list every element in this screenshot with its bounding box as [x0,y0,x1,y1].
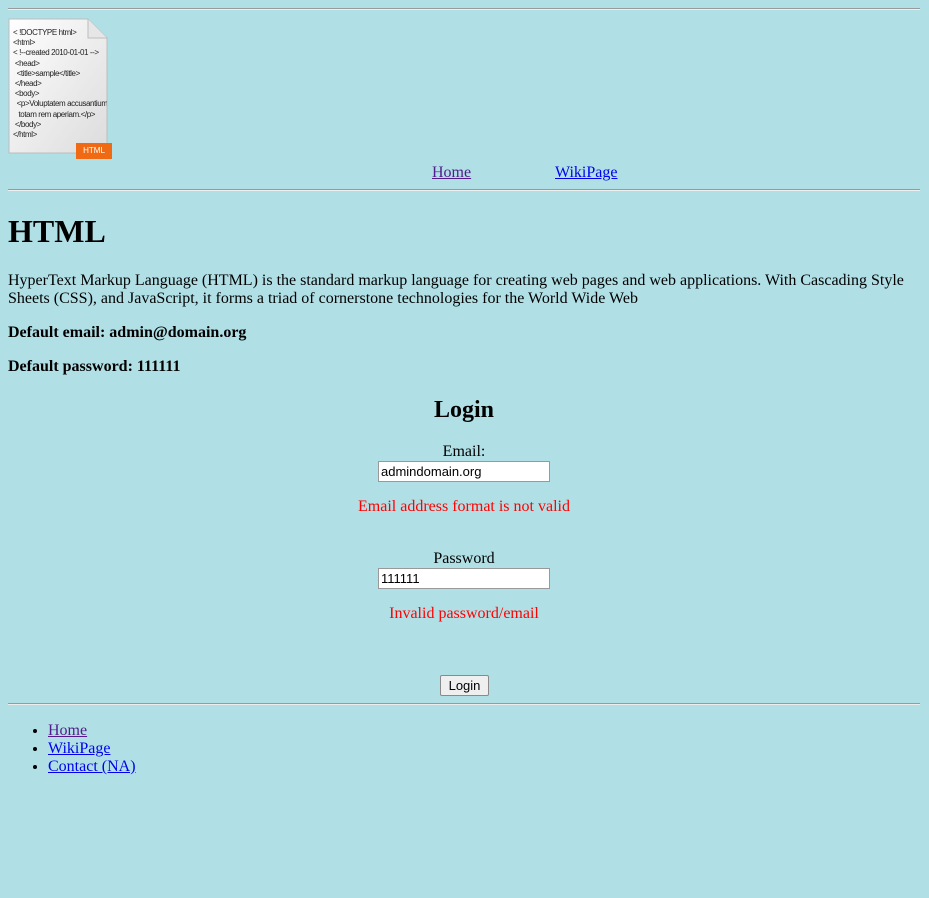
default-password-note: Default password: 111111 [8,358,181,375]
login-button[interactable]: Login [440,675,489,696]
code-sample-text: < !DOCTYPE html> <html> < !--created 201… [13,28,107,140]
footer-divider [8,703,920,705]
header-divider [8,189,920,191]
password-error-message: Invalid password/email [389,605,539,622]
default-email-note: Default email: admin@domain.org [8,324,247,341]
list-item: Contact (NA) [48,758,136,776]
nav-link-home[interactable]: Home [432,164,471,182]
email-label: Email: [442,443,486,460]
footer-link-contact[interactable]: Contact (NA) [48,758,136,775]
html-badge: HTML [76,143,112,159]
password-label: Password [433,550,495,567]
footer-link-wikipage[interactable]: WikiPage [48,740,110,757]
login-heading: Login [433,397,495,423]
html-file-icon: < !DOCTYPE html> <html> < !--created 201… [8,18,112,160]
top-divider [8,8,920,10]
email-field[interactable] [378,461,550,482]
password-field[interactable] [378,568,550,589]
page-description: HyperText Markup Language (HTML) is the … [8,272,904,307]
footer-link-home[interactable]: Home [48,722,87,739]
email-error-message: Email address format is not valid [358,498,570,515]
page-title: HTML [8,213,106,249]
list-item: Home [48,722,136,740]
list-item: WikiPage [48,740,136,758]
footer-navigation: Home WikiPage Contact (NA) [8,722,136,776]
nav-link-wikipage[interactable]: WikiPage [555,164,617,182]
